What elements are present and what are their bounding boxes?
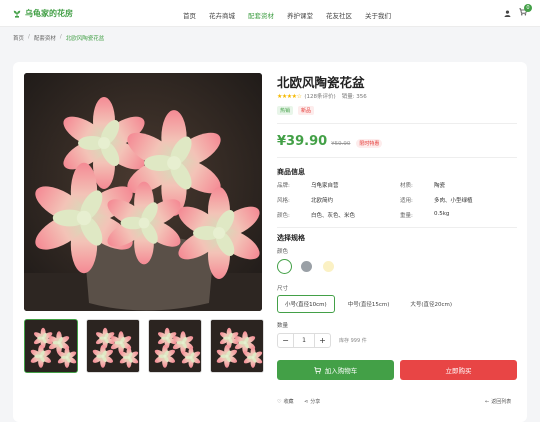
favorite-button[interactable]: ♡ 收藏 (277, 398, 294, 406)
nav-flower-shop[interactable]: 花卉商城 (209, 10, 235, 20)
color-swatch-beige[interactable] (323, 261, 334, 272)
info-section-title: 商品信息 (277, 168, 305, 176)
thumbnail-1[interactable] (24, 319, 78, 373)
size-small-button[interactable]: 小号(直径10cm) (277, 295, 335, 313)
color-options (277, 259, 345, 274)
nav-supplies[interactable]: 配套资材 (248, 10, 274, 20)
rating-stars-icon: ★★★★☆ (277, 92, 302, 100)
sales-count: 销量: 356 (341, 94, 367, 100)
thumbnail-4[interactable] (210, 319, 264, 373)
thumbnail-2[interactable] (86, 319, 140, 373)
product-title: 北欧风陶瓷花盆 (277, 75, 365, 90)
favorite-label: 收藏 (283, 399, 294, 405)
site-logo[interactable]: 乌龟家的花房 (13, 8, 73, 19)
color-swatch-white[interactable] (277, 259, 292, 274)
thumbnail-photo (211, 320, 263, 372)
buy-now-label: 立即购买 (445, 367, 472, 375)
review-count[interactable]: (128条评价) (304, 92, 335, 100)
color-label: 颜色 (277, 249, 289, 255)
quantity-input[interactable]: 1 (293, 333, 315, 348)
spec-value: 0.5kg (434, 211, 450, 217)
color-swatch-gray[interactable] (301, 261, 312, 272)
add-to-cart-button[interactable]: 加入购物车 (277, 360, 394, 380)
spec-row: 风格: 北欧简约 适用: 多肉、小型绿植 (277, 196, 517, 211)
breadcrumb: 首页 / 配套资材 / 北欧风陶瓷花盆 (13, 34, 104, 42)
plant-icon (13, 10, 21, 18)
thumbnail-photo (25, 320, 77, 372)
thumbnail-3[interactable] (148, 319, 202, 373)
nav-about[interactable]: 关于我们 (365, 10, 391, 20)
thumbnail-strip (24, 319, 272, 373)
spec-value: 白色、灰色、米色 (311, 213, 356, 219)
qty-label: 数量 (277, 323, 289, 329)
main-nav: 首页 花卉商城 配套资材 养护课堂 花友社区 关于我们 (183, 10, 404, 20)
cart-icon (314, 366, 321, 374)
spec-key: 品牌: (277, 183, 290, 189)
size-large-button[interactable]: 大号(直径20cm) (402, 295, 460, 313)
share-icon: ⋖ (304, 398, 309, 405)
logo-text: 乌龟家的花房 (25, 9, 73, 18)
nav-care-class[interactable]: 养护课堂 (287, 10, 313, 20)
current-price: ¥39.90 (277, 134, 328, 149)
spec-key: 重量: (400, 213, 413, 219)
quantity-stepper: − 1 + (277, 333, 331, 348)
product-card: 北欧风陶瓷花盆 ★★★★☆ (128条评价) 销量: 356 热销 新品 ¥39… (13, 62, 527, 422)
user-icon[interactable] (504, 9, 511, 17)
buy-now-button[interactable]: 立即购买 (400, 360, 517, 380)
thumbnail-photo (87, 320, 139, 372)
thumbnail-photo (149, 320, 201, 372)
price-row: ¥39.90 ¥59.90 限时特惠 (277, 134, 383, 149)
quantity-row: − 1 + 库存 999 件 (277, 333, 367, 348)
spec-key: 风格: (277, 198, 290, 204)
breadcrumb-current: 北欧风陶瓷花盆 (65, 36, 105, 42)
spec-key: 颜色: (277, 213, 290, 219)
spec-key: 材质: (400, 183, 413, 189)
top-header: 乌龟家的花房 首页 花卉商城 配套资材 养护课堂 花友社区 关于我们 0 (0, 0, 540, 27)
spec-row: 颜色: 白色、灰色、米色 重量: 0.5kg (277, 211, 517, 226)
heart-icon: ♡ (277, 398, 282, 405)
spec-row: 品牌: 乌龟家自营 材质: 陶瓷 (277, 181, 517, 196)
breadcrumb-separator: / (59, 34, 62, 40)
breadcrumb-home[interactable]: 首页 (13, 34, 24, 42)
spec-table: 品牌: 乌龟家自营 材质: 陶瓷 风格: 北欧简约 适用: 多肉、小型绿植 颜色… (277, 181, 517, 226)
increase-button[interactable]: + (315, 336, 330, 345)
spec-value: 陶瓷 (434, 183, 446, 189)
spec-value: 多肉、小型绿植 (434, 198, 473, 204)
cart-count-badge: 0 (524, 4, 532, 12)
tag-hot: 热销 (277, 106, 294, 115)
spec-value: 北欧简约 (311, 198, 334, 204)
product-tags: 热销 新品 (277, 106, 319, 115)
share-button[interactable]: ⋖ 分享 (304, 398, 321, 406)
divider (277, 157, 517, 158)
select-section-title: 选择规格 (277, 234, 305, 242)
breadcrumb-separator: / (28, 34, 30, 40)
succulent-photo (24, 73, 262, 311)
size-label: 尺寸 (277, 286, 289, 292)
nav-home[interactable]: 首页 (183, 10, 196, 20)
rating-row: ★★★★☆ (128条评价) 销量: 356 (277, 92, 367, 101)
tag-new: 新品 (298, 106, 315, 115)
add-to-cart-label: 加入购物车 (324, 367, 358, 375)
spec-key: 适用: (400, 198, 413, 204)
back-to-list-button[interactable]: ← 返回列表 (485, 398, 512, 406)
share-label: 分享 (310, 399, 321, 405)
size-options: 小号(直径10cm) 中号(直径15cm) 大号(直径20cm) (277, 295, 465, 313)
product-main-image[interactable] (24, 73, 262, 311)
cart-button[interactable]: 0 (519, 4, 532, 18)
divider (277, 123, 517, 124)
size-medium-button[interactable]: 中号(直径15cm) (340, 295, 398, 313)
original-price: ¥59.90 (331, 141, 351, 147)
decrease-button[interactable]: − (278, 336, 293, 345)
arrow-left-icon: ← (485, 398, 490, 405)
nav-community[interactable]: 花友社区 (326, 10, 352, 20)
breadcrumb-category[interactable]: 配套资材 (34, 34, 56, 42)
divider (277, 227, 517, 228)
stock-text: 库存 999 件 (339, 338, 367, 344)
promo-badge: 限时特惠 (356, 139, 383, 148)
back-label: 返回列表 (491, 399, 512, 405)
spec-value: 乌龟家自营 (311, 183, 339, 189)
header-actions: 0 (504, 4, 532, 18)
